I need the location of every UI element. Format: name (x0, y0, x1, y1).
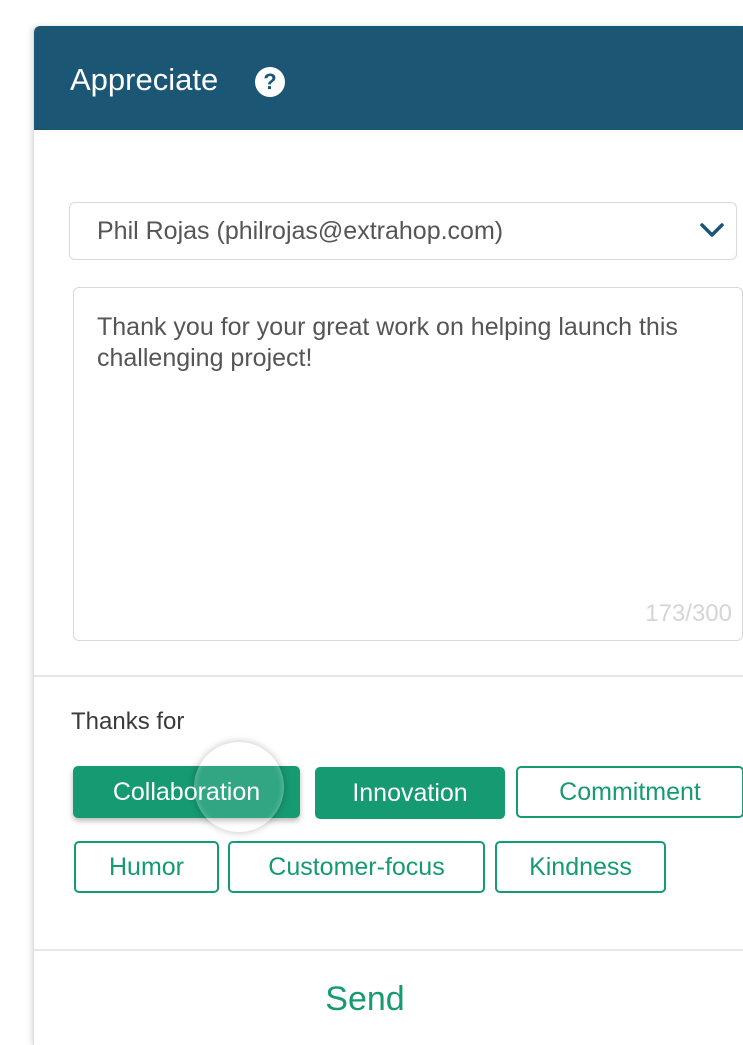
recipient-select[interactable]: Phil Rojas (philrojas@extrahop.com) (69, 202, 737, 260)
panel-header: Appreciate ? (34, 26, 743, 130)
recipient-selected-value: Phil Rojas (philrojas@extrahop.com) (97, 217, 504, 245)
chip-innovation[interactable]: Innovation (315, 767, 505, 819)
appreciate-panel: Appreciate ? Phil Rojas (philrojas@extra… (33, 26, 743, 1045)
panel-title: Appreciate (70, 62, 219, 97)
message-text: Thank you for your great work on helping… (97, 313, 678, 372)
thanks-for-label: Thanks for (71, 708, 185, 735)
question-circle-icon[interactable]: ? (255, 67, 285, 97)
divider (34, 949, 743, 951)
divider (34, 675, 743, 677)
chevron-down-icon[interactable] (698, 219, 726, 241)
chip-customer-focus[interactable]: Customer-focus (228, 841, 485, 893)
chip-commitment[interactable]: Commitment (516, 766, 743, 818)
send-button[interactable]: Send (34, 953, 720, 1045)
character-counter: 173/300 (645, 600, 732, 627)
chip-kindness[interactable]: Kindness (495, 841, 666, 893)
message-textarea[interactable]: Thank you for your great work on helping… (73, 287, 743, 641)
chip-humor[interactable]: Humor (74, 841, 219, 893)
chip-collaboration[interactable]: Collaboration (73, 766, 300, 818)
